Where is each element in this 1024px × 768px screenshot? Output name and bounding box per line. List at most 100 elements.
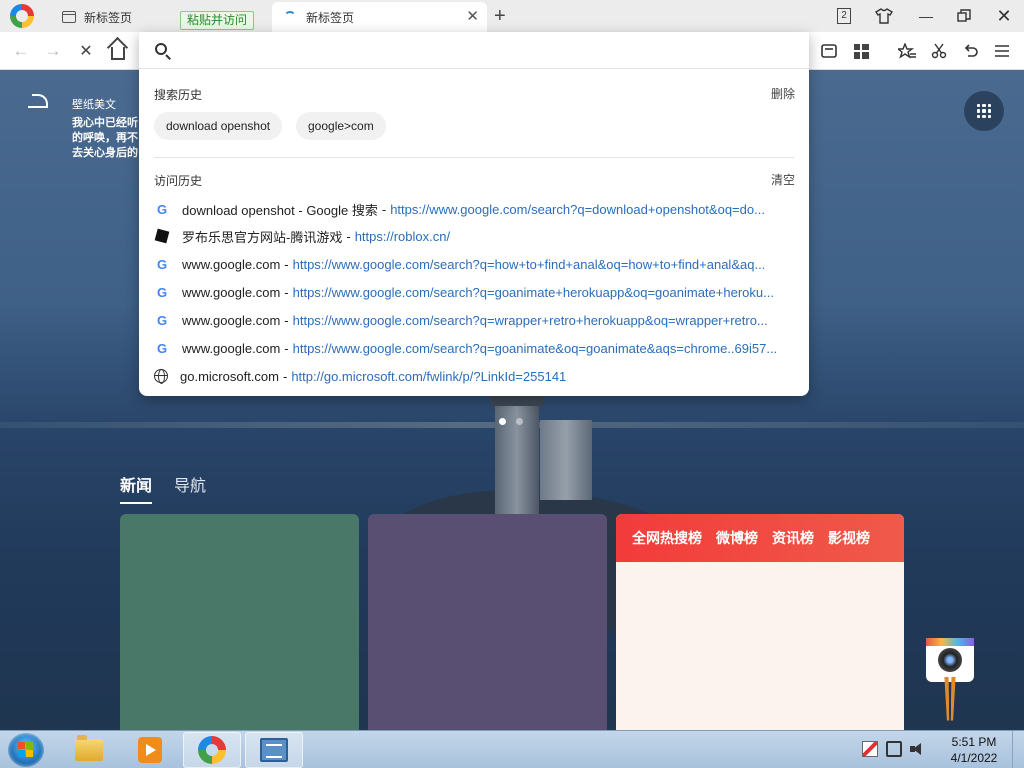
carousel-dot-2[interactable] (516, 418, 523, 425)
tab-hot-search[interactable]: 全网热搜榜 (632, 528, 702, 572)
history-title: www.google.com (182, 312, 281, 328)
start-button[interactable] (8, 733, 44, 767)
taskbar-control-panel-button[interactable] (245, 732, 303, 768)
clear-visit-history-button[interactable]: 清空 (771, 171, 795, 188)
action-center-flag-icon[interactable] (862, 741, 878, 757)
visit-history-item[interactable]: G www.google.com - https://www.google.co… (139, 251, 809, 277)
tab-strip: 新标签页 粘贴并访问 新标签页 ✕ + 2 — ✕ (0, 0, 1024, 32)
main-menu-icon[interactable] (991, 40, 1013, 62)
history-separator: - (284, 284, 289, 300)
home-button[interactable] (107, 40, 129, 62)
history-title: 罗布乐思官方网站-腾讯游戏 (182, 229, 343, 245)
windows-logo-icon (18, 742, 25, 749)
camera-lens (938, 648, 962, 672)
taskbar-browser-button[interactable] (183, 732, 241, 768)
close-tab-icon[interactable]: ✕ (466, 9, 479, 25)
back-button[interactable]: ← (10, 40, 32, 62)
visit-history-item[interactable]: 罗布乐思官方网站-腾讯游戏 - https://roblox.cn/ (139, 223, 809, 249)
wallpaper-building (540, 420, 592, 500)
restore-button[interactable] (952, 5, 976, 27)
system-tray (862, 741, 926, 757)
news-card-1[interactable] (120, 514, 359, 730)
network-icon[interactable] (886, 741, 902, 757)
news-card-2[interactable] (368, 514, 607, 730)
history-title: download openshot - Google 搜索 (182, 202, 378, 218)
tab-weibo[interactable]: 微博榜 (716, 528, 758, 562)
browser-logo-icon[interactable] (10, 4, 34, 28)
folder-icon (75, 735, 103, 761)
undo-close-icon[interactable] (960, 40, 982, 62)
paste-and-visit-button[interactable]: 粘贴并访问 (180, 11, 255, 30)
tab-navigation[interactable]: 导航 (174, 472, 206, 504)
tab-count: 2 (837, 8, 851, 24)
minimize-button[interactable]: — (914, 5, 938, 27)
skin-shirt-icon[interactable] (872, 5, 896, 27)
grid-icon (853, 43, 869, 59)
taskbar-explorer-button[interactable] (60, 732, 118, 768)
apps-grid-button[interactable] (964, 91, 1004, 131)
screenshot-scissors-icon[interactable] (928, 40, 950, 62)
forward-button[interactable]: → (42, 40, 64, 62)
search-history-chip[interactable]: download openshot (154, 112, 283, 140)
google-icon: G (156, 201, 168, 217)
history-url: https://roblox.cn/ (354, 228, 451, 244)
volume-icon[interactable] (910, 741, 926, 757)
visit-history-item[interactable]: G www.google.com - https://www.google.co… (139, 335, 809, 361)
visit-history-item[interactable]: G www.google.com - https://www.google.co… (139, 279, 809, 305)
hot-list-card: 全网热搜榜 微博榜 资讯榜 影视榜 (616, 514, 904, 730)
windows-logo-icon (18, 750, 25, 757)
windows-logo-icon (26, 750, 33, 757)
tab-video[interactable]: 影视榜 (828, 528, 870, 562)
tab-count-button[interactable]: 2 (832, 5, 856, 27)
history-separator: - (282, 368, 288, 384)
address-bar (139, 32, 809, 69)
show-desktop-button[interactable] (1012, 731, 1024, 768)
new-tab-button[interactable]: + (494, 5, 506, 27)
search-history-chip[interactable]: google>com (296, 112, 386, 140)
history-separator: - (346, 228, 351, 244)
history-separator: - (284, 312, 289, 328)
camera-widget-icon[interactable] (926, 638, 974, 728)
globe-icon (154, 369, 168, 384)
loading-spinner-icon (284, 11, 296, 23)
tab-news-list[interactable]: 资讯榜 (772, 528, 814, 562)
wallpaper-line: 去关心身后的 (72, 147, 138, 159)
search-icon (155, 43, 167, 55)
taskbar-clock[interactable]: 5:51 PM 4/1/2022 (944, 734, 1004, 766)
history-title: go.microsoft.com (180, 368, 279, 384)
tab-newtab-2[interactable]: 新标签页 ✕ (272, 2, 487, 32)
google-icon: G (156, 340, 168, 356)
wallpaper-line: 的呼唤，再不 (72, 132, 138, 144)
reading-mode-icon[interactable] (818, 40, 840, 62)
feather-icon (28, 94, 48, 108)
history-url: https://www.google.com/search?q=how+to+f… (292, 256, 766, 272)
taskbar-media-player-button[interactable] (121, 732, 179, 768)
google-icon: G (156, 284, 168, 300)
visit-history-item[interactable]: G www.google.com - https://www.google.co… (139, 307, 809, 333)
history-separator: - (284, 340, 289, 356)
close-window-button[interactable]: ✕ (992, 5, 1016, 27)
tab-title: 新标签页 (84, 10, 133, 25)
roblox-icon (154, 228, 170, 244)
history-separator: - (284, 256, 289, 272)
hot-list-body (616, 562, 904, 730)
extensions-grid-button[interactable] (850, 40, 872, 62)
favorites-icon[interactable] (896, 40, 918, 62)
carousel-dot-1[interactable] (499, 418, 506, 425)
control-panel-icon (260, 738, 288, 762)
google-icon: G (156, 256, 168, 272)
carousel-dots (499, 418, 523, 425)
visit-history-item[interactable]: go.microsoft.com - http://go.microsoft.c… (139, 363, 809, 389)
address-input[interactable] (177, 38, 797, 62)
stop-loading-button[interactable]: ✕ (75, 40, 97, 62)
divider (154, 157, 794, 158)
page-icon (62, 11, 76, 23)
history-separator: - (381, 201, 387, 217)
tab-news[interactable]: 新闻 (120, 472, 153, 504)
apps-grid-icon (977, 104, 991, 118)
wallpaper-lighthouse-top (490, 396, 544, 406)
home-icon (111, 47, 125, 60)
delete-search-history-button[interactable]: 删除 (771, 85, 795, 102)
history-url: http://go.microsoft.com/fwlink/p/?LinkId… (291, 368, 567, 384)
visit-history-item[interactable]: G download openshot - Google 搜索 - https:… (139, 196, 809, 222)
